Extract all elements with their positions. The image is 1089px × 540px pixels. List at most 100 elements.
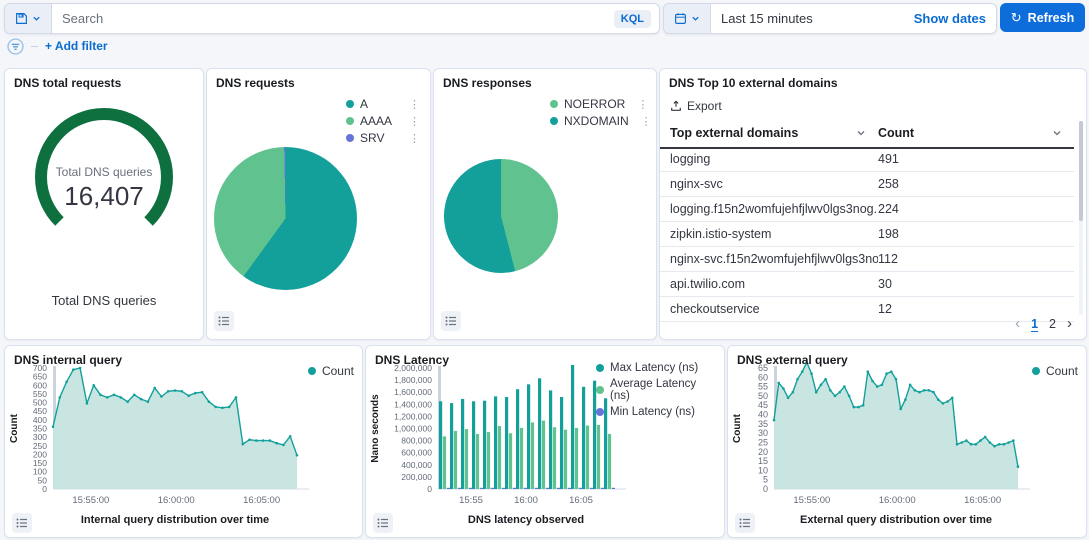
- save-icon: [15, 12, 28, 25]
- domain-cell: logging: [660, 152, 878, 166]
- svg-text:0: 0: [42, 484, 47, 494]
- svg-text:16:00:00: 16:00:00: [158, 495, 195, 506]
- svg-text:250: 250: [33, 441, 47, 451]
- svg-text:Count: Count: [9, 413, 20, 443]
- time-range-value[interactable]: Last 15 minutes: [711, 11, 813, 26]
- gauge-value: 16,407: [5, 181, 203, 212]
- legend-label: Average Latency (ns): [610, 378, 718, 402]
- panel-title: DNS external query: [737, 353, 848, 367]
- legend-label: Count: [1046, 364, 1078, 378]
- table-scrollbar[interactable]: [1079, 121, 1083, 221]
- svg-text:Count: Count: [732, 413, 743, 443]
- sort-chevron-icon[interactable]: [1052, 128, 1062, 138]
- svg-text:DNS latency observed: DNS latency observed: [468, 514, 584, 526]
- list-icon: [16, 517, 28, 529]
- pagination-page-1[interactable]: 1: [1031, 317, 1038, 331]
- svg-text:350: 350: [33, 424, 47, 434]
- column-header-domains[interactable]: Top external domains: [670, 126, 798, 140]
- svg-text:60: 60: [758, 372, 768, 382]
- legend-item[interactable]: Count: [308, 364, 354, 378]
- export-icon: [670, 100, 682, 112]
- legend-dot-icon: [1032, 367, 1040, 375]
- legend-dot-icon: [308, 367, 316, 375]
- legend-label: Min Latency (ns): [610, 406, 695, 418]
- legend-item[interactable]: Max Latency (ns): [596, 362, 718, 374]
- inspect-button[interactable]: [373, 513, 393, 533]
- dns-requests-pie-chart[interactable]: [214, 147, 357, 290]
- sort-chevron-icon[interactable]: [856, 128, 866, 138]
- svg-text:600,000: 600,000: [401, 448, 432, 458]
- inspect-button[interactable]: [214, 311, 234, 331]
- legend-dot-icon: [596, 408, 604, 416]
- svg-text:10: 10: [758, 465, 768, 475]
- search-bar: KQL: [4, 3, 660, 34]
- list-icon: [739, 517, 751, 529]
- svg-text:1,200,000: 1,200,000: [394, 411, 432, 421]
- show-dates-link[interactable]: Show dates: [914, 11, 986, 26]
- legend: A⋮ AAAA⋮ SRV⋮: [346, 97, 420, 145]
- legend-menu-icon[interactable]: ⋮: [403, 132, 420, 145]
- svg-text:200: 200: [33, 449, 47, 459]
- filter-separator: [31, 46, 38, 47]
- legend-menu-icon[interactable]: ⋮: [403, 98, 420, 111]
- table-pagination: ‹ 12 ›: [1015, 315, 1072, 332]
- filter-icon[interactable]: [7, 38, 24, 55]
- legend-item[interactable]: Average Latency (ns): [596, 378, 718, 402]
- count-cell: 30: [878, 277, 1074, 291]
- svg-text:0: 0: [427, 484, 432, 494]
- legend-menu-icon[interactable]: ⋮: [631, 98, 648, 111]
- legend-item[interactable]: A⋮: [346, 97, 420, 111]
- dns-responses-pie-chart[interactable]: [444, 159, 558, 273]
- svg-text:400,000: 400,000: [401, 460, 432, 470]
- svg-text:50: 50: [758, 391, 768, 401]
- export-button[interactable]: Export: [670, 99, 722, 113]
- legend-menu-icon[interactable]: ⋮: [635, 115, 652, 128]
- panel-title: DNS Top 10 external domains: [669, 76, 838, 90]
- legend-item[interactable]: Min Latency (ns): [596, 406, 718, 418]
- svg-text:1,800,000: 1,800,000: [394, 375, 432, 385]
- add-filter-button[interactable]: + Add filter: [45, 39, 108, 53]
- saved-query-menu-button[interactable]: [5, 4, 52, 33]
- legend-menu-icon[interactable]: ⋮: [403, 115, 420, 128]
- panel-dns-latency: DNS Latency 0200,000400,000600,000800,00…: [365, 345, 725, 538]
- time-picker: Last 15 minutes Show dates: [663, 3, 997, 34]
- inspect-button[interactable]: [12, 513, 32, 533]
- export-label: Export: [687, 99, 722, 113]
- svg-text:15:55:00: 15:55:00: [793, 495, 830, 506]
- legend-item[interactable]: NXDOMAIN⋮: [550, 114, 646, 128]
- legend-item[interactable]: AAAA⋮: [346, 114, 420, 128]
- legend-item[interactable]: Count: [1032, 364, 1078, 378]
- column-header-count[interactable]: Count: [878, 126, 914, 140]
- svg-text:16:05:00: 16:05:00: [243, 495, 280, 506]
- svg-text:150: 150: [33, 458, 47, 468]
- inspect-button[interactable]: [735, 513, 755, 533]
- panel-title: DNS requests: [216, 76, 295, 90]
- svg-text:500: 500: [33, 398, 47, 408]
- svg-text:16:05:00: 16:05:00: [964, 495, 1001, 506]
- svg-text:650: 650: [33, 372, 47, 382]
- table-row: nginx-svc.f15n2womfujehfjlwv0lgs3no...11…: [660, 247, 1074, 272]
- panel-dns-responses: DNS responses NOERROR⋮NXDOMAIN⋮: [433, 68, 657, 340]
- calendar-menu-button[interactable]: [664, 4, 711, 33]
- kql-button[interactable]: KQL: [614, 10, 651, 28]
- svg-text:450: 450: [33, 406, 47, 416]
- domain-cell: checkoutservice: [660, 302, 878, 316]
- svg-text:15:55: 15:55: [459, 495, 483, 506]
- legend-label: Max Latency (ns): [610, 362, 698, 374]
- table-row: logging.f15n2womfujehfjlwv0lgs3nog....22…: [660, 197, 1074, 222]
- svg-text:1,600,000: 1,600,000: [394, 387, 432, 397]
- refresh-button[interactable]: ↻ Refresh: [1000, 3, 1085, 32]
- list-icon: [377, 517, 389, 529]
- svg-text:35: 35: [758, 419, 768, 429]
- pagination-prev-icon[interactable]: ‹: [1015, 315, 1020, 332]
- chevron-down-icon: [691, 14, 700, 23]
- legend-item[interactable]: SRV⋮: [346, 131, 420, 145]
- legend-item[interactable]: NOERROR⋮: [550, 97, 646, 111]
- list-icon: [445, 315, 457, 327]
- search-input[interactable]: [52, 11, 614, 26]
- pagination-page-2[interactable]: 2: [1049, 317, 1056, 331]
- inspect-button[interactable]: [441, 311, 461, 331]
- pagination-next-icon[interactable]: ›: [1067, 315, 1072, 332]
- count-cell: 12: [878, 302, 1074, 316]
- svg-text:30: 30: [758, 428, 768, 438]
